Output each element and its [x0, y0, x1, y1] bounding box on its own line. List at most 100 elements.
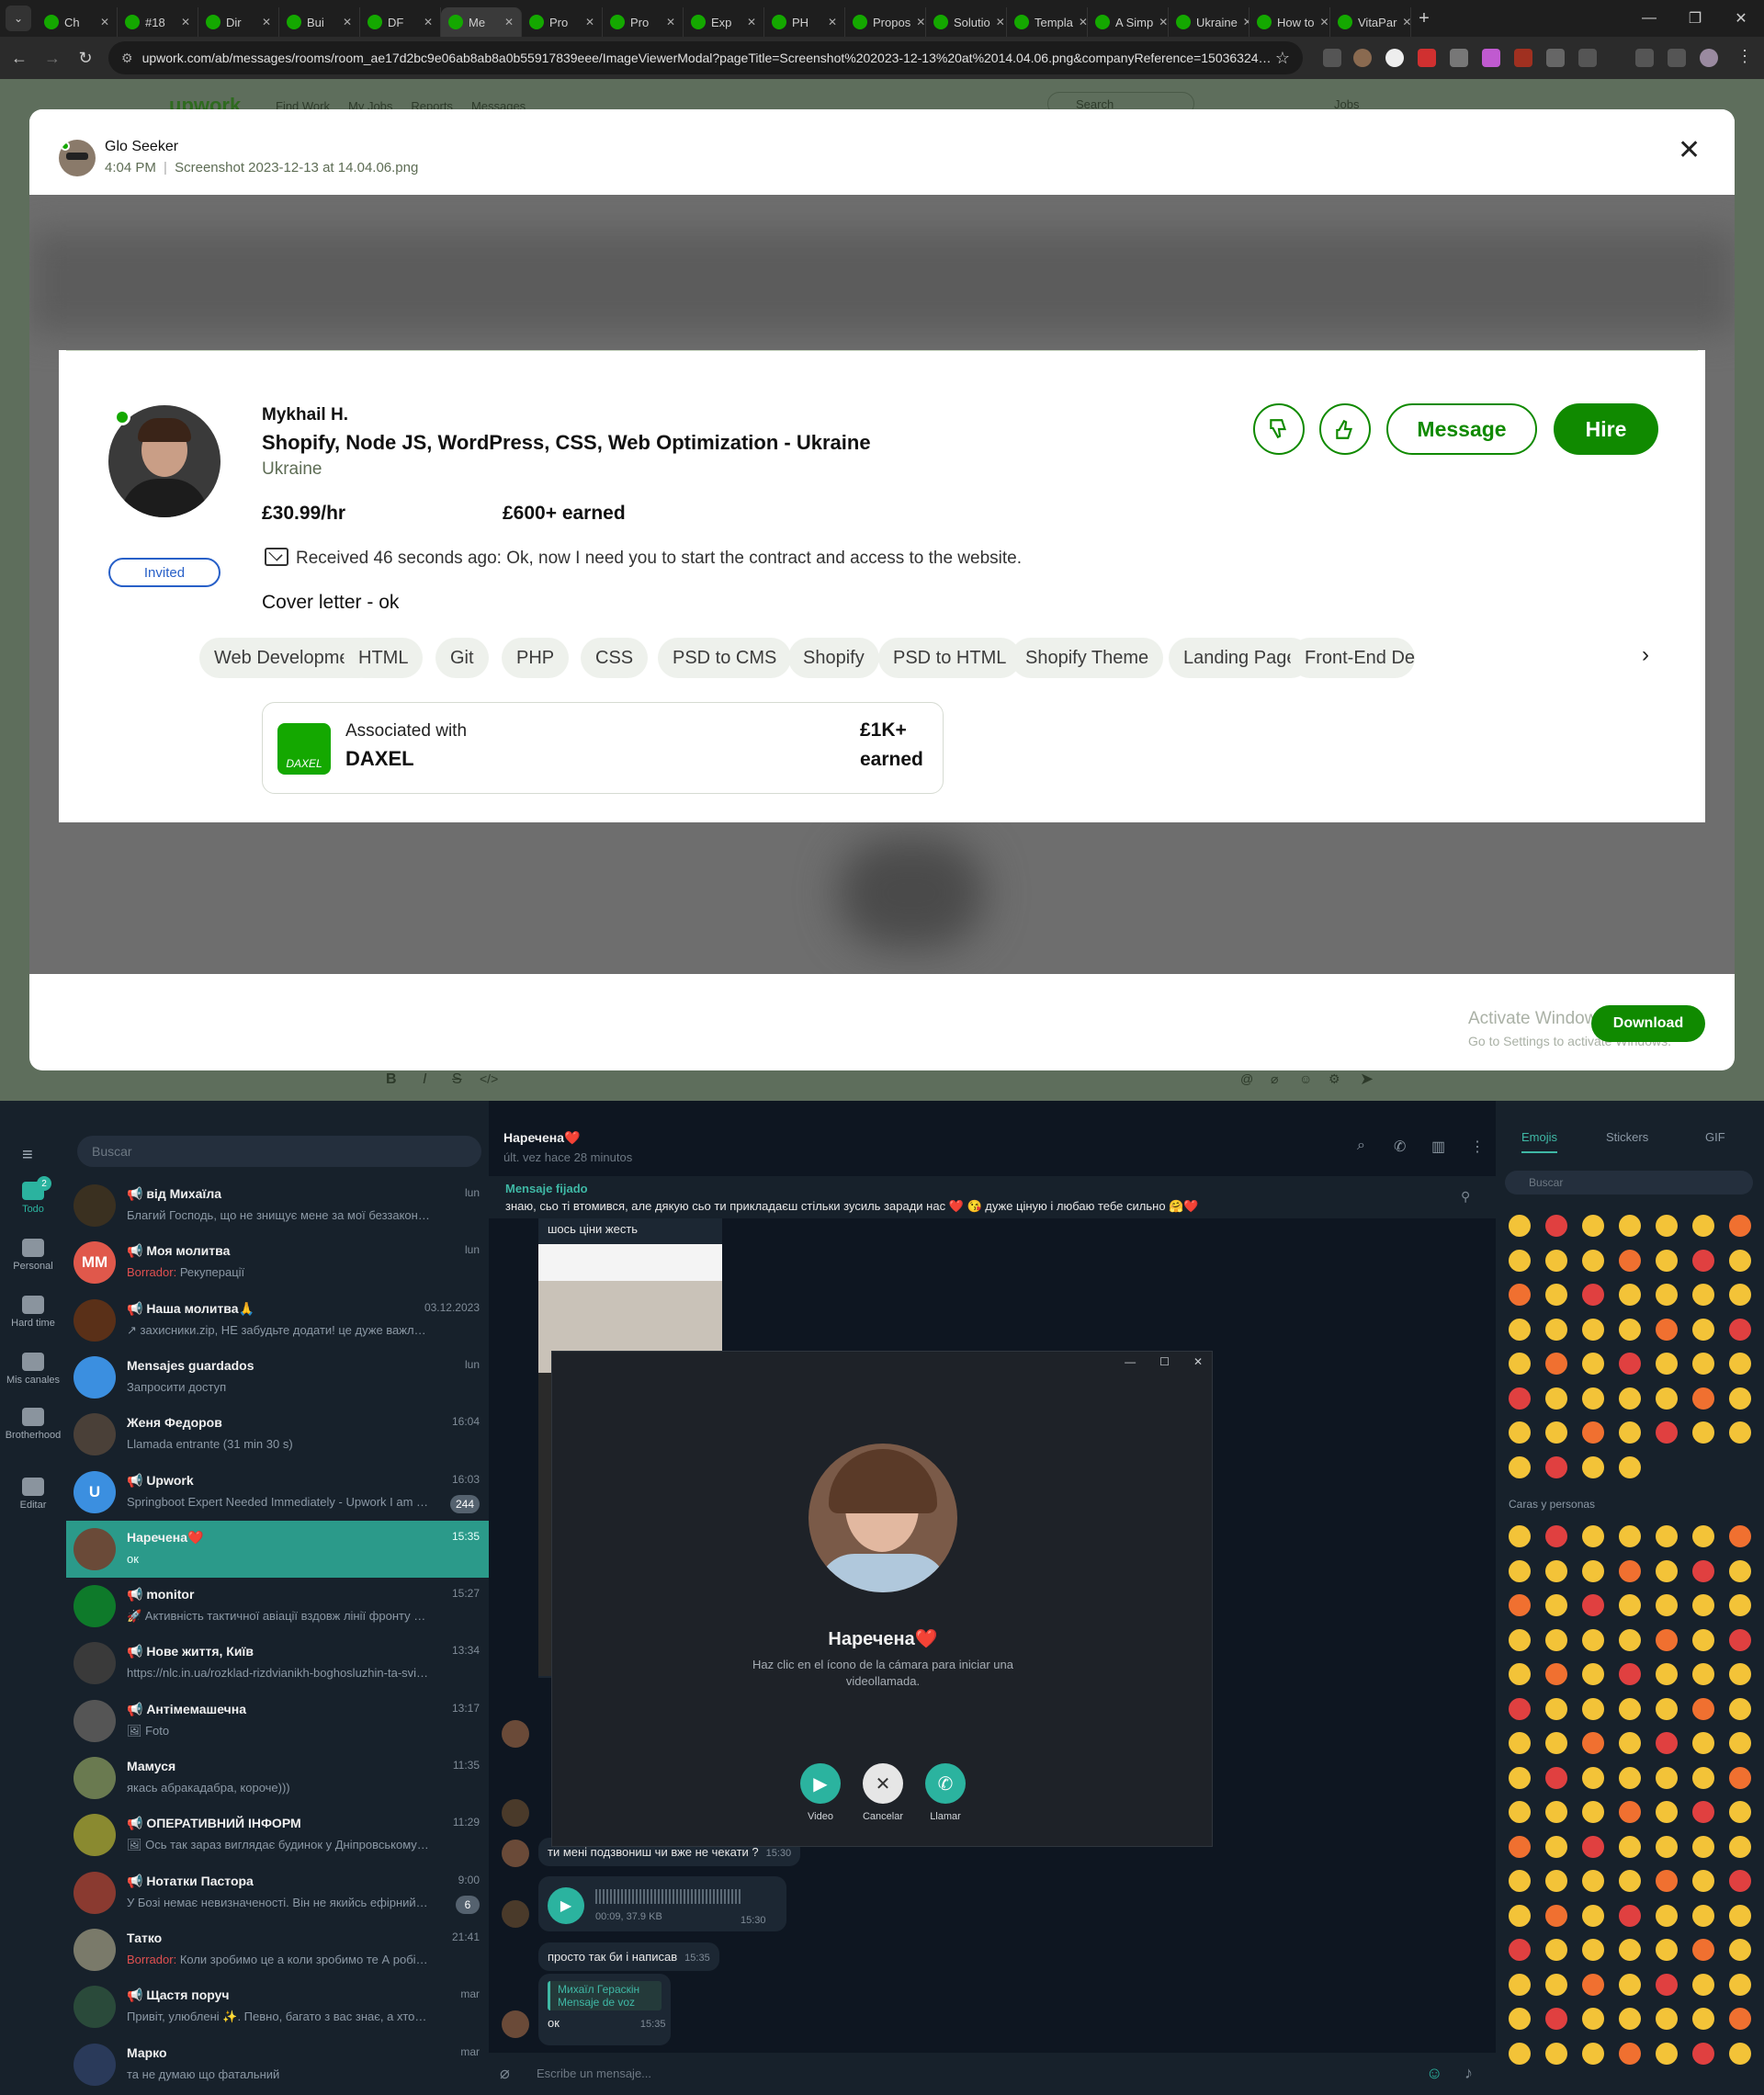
emoji-item[interactable]	[1729, 1525, 1751, 1547]
browser-tab[interactable]: Exp ✕	[684, 7, 764, 37]
extensions-puzzle-icon[interactable]	[1578, 49, 1597, 67]
tab-close-icon[interactable]: ✕	[1079, 16, 1087, 28]
chat-list-item[interactable]: 📢 Антімемашечна 🖼 Foto 13:17	[66, 1693, 489, 1750]
browser-tab[interactable]: Pro ✕	[603, 7, 684, 37]
emoji-item[interactable]	[1729, 1421, 1751, 1444]
emoji-item[interactable]	[1729, 1732, 1751, 1754]
browser-tab[interactable]: PH ✕	[764, 7, 845, 37]
emoji-item[interactable]	[1619, 1215, 1641, 1237]
chat-list-item[interactable]: Марко та не думаю що фатальний mar	[66, 2036, 489, 2093]
emoji-tab[interactable]: GIF	[1705, 1130, 1725, 1144]
emoji-item[interactable]	[1619, 1387, 1641, 1410]
browser-tab[interactable]: Ch ✕	[37, 7, 118, 37]
emoji-item[interactable]	[1619, 1870, 1641, 1892]
emoji-item[interactable]	[1509, 1697, 1531, 1720]
emoji-item[interactable]	[1729, 1766, 1751, 1789]
emoji-item[interactable]	[1509, 1249, 1531, 1272]
chat-list-item[interactable]: 📢 Наша молитва🙏 ↗ захисники.zip, НЕ забуд…	[66, 1292, 489, 1349]
extension-icon[interactable]	[1514, 49, 1532, 67]
browser-tab[interactable]: A Simp ✕	[1088, 7, 1169, 37]
close-window-icon[interactable]: ✕	[1718, 0, 1764, 37]
emoji-item[interactable]	[1729, 1594, 1751, 1616]
emoji-item[interactable]	[1729, 1215, 1751, 1237]
emoji-item[interactable]	[1545, 1215, 1567, 1237]
extension-icon[interactable]	[1385, 49, 1404, 67]
emoji-item[interactable]	[1692, 1215, 1714, 1237]
browser-menu-icon[interactable]: ⋮	[1736, 47, 1753, 66]
skill-chip[interactable]: CSS	[581, 638, 649, 678]
minimize-icon[interactable]: —	[1626, 0, 1672, 37]
emoji-item[interactable]	[1619, 1939, 1641, 1961]
browser-tab[interactable]: Templa ✕	[1007, 7, 1088, 37]
emoji-item[interactable]	[1692, 1249, 1714, 1272]
emoji-item[interactable]	[1582, 1870, 1604, 1892]
emoji-item[interactable]	[1582, 2042, 1604, 2065]
emoji-item[interactable]	[1582, 1387, 1604, 1410]
skill-chip[interactable]: HTML	[344, 638, 424, 678]
emoji-item[interactable]	[1619, 1594, 1641, 1616]
emoji-item[interactable]	[1619, 1318, 1641, 1341]
settings-icon[interactable]: ⚙	[1329, 1071, 1340, 1087]
emoji-item[interactable]	[1545, 1801, 1567, 1823]
emoji-item[interactable]	[1729, 1249, 1751, 1272]
emoji-item[interactable]	[1692, 2008, 1714, 2030]
emoji-item[interactable]	[1692, 1421, 1714, 1444]
skill-chip[interactable]: Shopify Theme	[1011, 638, 1164, 678]
emoji-item[interactable]	[1582, 1732, 1604, 1754]
emoji-item[interactable]	[1729, 1939, 1751, 1961]
emoji-item[interactable]	[1509, 1628, 1531, 1651]
emoji-item[interactable]	[1509, 1594, 1531, 1616]
pin-list-icon[interactable]: ⚲	[1461, 1189, 1470, 1205]
emoji-item[interactable]	[1729, 2042, 1751, 2065]
attach-icon[interactable]: ⌀	[500, 2064, 510, 2083]
emoji-item[interactable]	[1545, 1353, 1567, 1375]
emoji-item[interactable]	[1692, 1353, 1714, 1375]
voice-message[interactable]: ▶ 00:09, 37.9 KB 15:30	[538, 1876, 786, 1931]
cancel-button[interactable]: ✕	[863, 1763, 903, 1804]
extension-icon[interactable]	[1482, 49, 1500, 67]
emoji-item[interactable]	[1692, 1387, 1714, 1410]
tab-close-icon[interactable]: ✕	[343, 16, 352, 28]
emoji-item[interactable]	[1656, 1525, 1678, 1547]
emoji-item[interactable]	[1545, 1973, 1567, 1996]
emoji-item[interactable]	[1545, 1559, 1567, 1582]
emoji-item[interactable]	[1509, 1801, 1531, 1823]
emoji-item[interactable]	[1509, 1663, 1531, 1685]
emoji-item[interactable]	[1545, 1697, 1567, 1720]
chat-list-item[interactable]: Mensajes guardados Запросити доступ lun	[66, 1349, 489, 1406]
emoji-item[interactable]	[1656, 1249, 1678, 1272]
emoji-item[interactable]	[1619, 1663, 1641, 1685]
folder-brotherhood[interactable]: Brotherhood	[0, 1408, 66, 1441]
call-minimize-icon[interactable]: —	[1125, 1355, 1136, 1368]
emoji-item[interactable]	[1656, 1318, 1678, 1341]
emoji-item[interactable]	[1619, 1835, 1641, 1858]
folder-personal[interactable]: Personal	[0, 1239, 66, 1272]
browser-tab[interactable]: Bui ✕	[279, 7, 360, 37]
emoji-item[interactable]	[1582, 1559, 1604, 1582]
emoji-item[interactable]	[1509, 1870, 1531, 1892]
emoji-item[interactable]	[1582, 1835, 1604, 1858]
freelancer-name[interactable]: Mykhail H.	[262, 405, 348, 425]
chat-search-input[interactable]: Buscar	[77, 1136, 481, 1167]
emoji-item[interactable]	[1692, 1973, 1714, 1996]
emoji-item[interactable]	[1729, 1628, 1751, 1651]
folder-my-channels[interactable]: Mis canales	[0, 1353, 66, 1386]
emoji-item[interactable]	[1545, 2042, 1567, 2065]
tab-close-icon[interactable]: ✕	[424, 16, 433, 28]
emoji-item[interactable]	[1509, 2042, 1531, 2065]
emoji-item[interactable]	[1656, 1353, 1678, 1375]
emoji-item[interactable]	[1509, 1559, 1531, 1582]
more-icon[interactable]: ⋮	[1470, 1138, 1485, 1156]
browser-tab[interactable]: Ukraine ✕	[1169, 7, 1250, 37]
emoji-item[interactable]	[1545, 1318, 1567, 1341]
tab-close-icon[interactable]: ✕	[1243, 16, 1249, 28]
call-close-icon[interactable]: ✕	[1193, 1355, 1203, 1368]
emoji-item[interactable]	[1582, 1215, 1604, 1237]
chevron-right-icon[interactable]: ›	[1642, 642, 1649, 668]
browser-tab[interactable]: How to ✕	[1250, 7, 1330, 37]
emoji-item[interactable]	[1692, 1939, 1714, 1961]
extension-icon[interactable]	[1450, 49, 1468, 67]
conversation-title[interactable]: Наречена❤️	[503, 1130, 580, 1146]
emoji-item[interactable]	[1582, 1697, 1604, 1720]
emoji-item[interactable]	[1692, 1870, 1714, 1892]
